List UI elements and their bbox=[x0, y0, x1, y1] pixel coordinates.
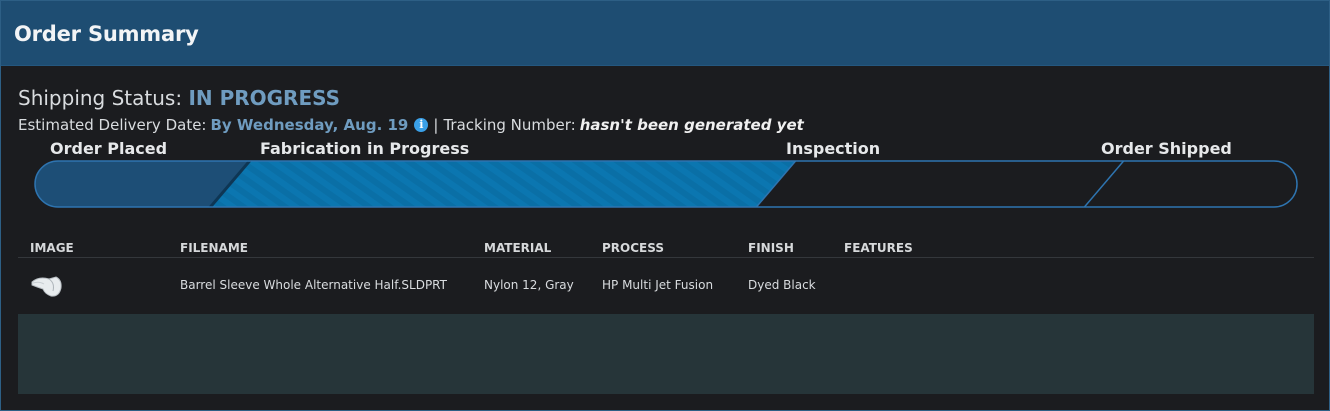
progress-segment-active bbox=[207, 161, 799, 207]
row-material: Nylon 12, Gray bbox=[484, 278, 574, 292]
delivery-label: Estimated Delivery Date: bbox=[18, 116, 207, 134]
panel-header: Order Summary bbox=[1, 1, 1329, 66]
delivery-line: Estimated Delivery Date: By Wednesday, A… bbox=[18, 116, 804, 134]
page-title: Order Summary bbox=[14, 22, 199, 46]
table-divider bbox=[18, 257, 1314, 258]
step-order-shipped: Order Shipped bbox=[1101, 139, 1232, 158]
separator: | bbox=[433, 116, 439, 134]
delivery-date: By Wednesday, Aug. 19 bbox=[210, 116, 409, 134]
row-filename: Barrel Sleeve Whole Alternative Half.SLD… bbox=[180, 278, 447, 292]
col-features: FEATURES bbox=[844, 241, 913, 255]
shipping-status-value: IN PROGRESS bbox=[188, 86, 341, 110]
tracking-label: Tracking Number: bbox=[443, 116, 576, 134]
step-fabrication: Fabrication in Progress bbox=[260, 139, 470, 158]
col-material: MATERIAL bbox=[484, 241, 552, 255]
row-finish: Dyed Black bbox=[748, 278, 816, 292]
step-inspection: Inspection bbox=[786, 139, 881, 158]
details-area bbox=[18, 314, 1314, 394]
col-image: IMAGE bbox=[30, 241, 74, 255]
order-summary-panel: Order Summary Shipping Status: IN PROGRE… bbox=[0, 0, 1330, 411]
col-finish: FINISH bbox=[748, 241, 794, 255]
col-process: PROCESS bbox=[602, 241, 664, 255]
shipping-status: Shipping Status: IN PROGRESS bbox=[18, 86, 340, 110]
tracking-number: hasn't been generated yet bbox=[579, 116, 804, 134]
order-progress-bar bbox=[34, 160, 1298, 208]
shipping-status-label: Shipping Status: bbox=[18, 86, 183, 110]
step-order-placed: Order Placed bbox=[50, 139, 168, 158]
col-filename: FILENAME bbox=[180, 241, 248, 255]
part-thumbnail[interactable] bbox=[29, 272, 65, 300]
info-icon[interactable]: i bbox=[414, 118, 429, 132]
row-process: HP Multi Jet Fusion bbox=[602, 278, 714, 292]
